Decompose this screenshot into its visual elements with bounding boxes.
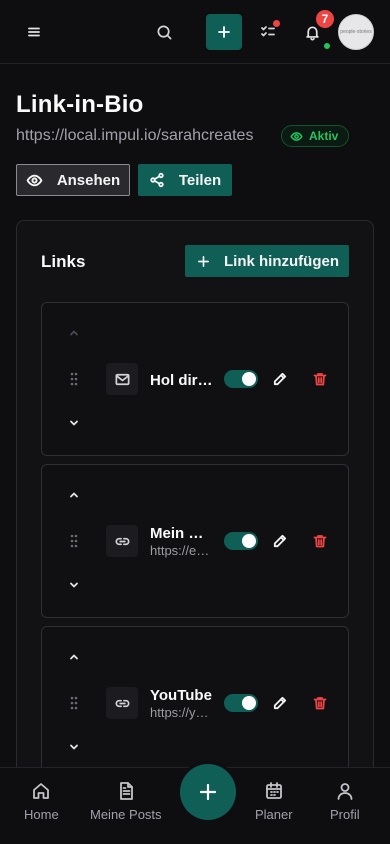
link-url: https://example.com [150, 543, 212, 558]
links-heading: Links [41, 252, 86, 271]
drag-handle-icon[interactable] [68, 371, 80, 387]
create-button[interactable] [206, 14, 242, 50]
link-item: YouTube https://youtube.com [41, 626, 349, 780]
search-icon[interactable] [152, 20, 176, 44]
view-button[interactable]: Ansehen [16, 164, 130, 196]
new-post-fab[interactable] [180, 764, 236, 820]
links-card: Links Link hinzufügen Hol dir mein Freeb… [16, 220, 374, 844]
move-down-icon[interactable] [66, 577, 82, 593]
menu-icon[interactable] [22, 20, 46, 44]
top-bar: 7 people·stories [0, 0, 390, 64]
move-up-icon[interactable] [66, 325, 82, 341]
share-icon [150, 172, 164, 188]
eye-icon [290, 131, 303, 141]
nav-profile[interactable]: Profil [330, 780, 360, 822]
link-item: Hol dir mein Freebie [41, 302, 349, 456]
eye-icon [26, 174, 43, 186]
toggle-knob [242, 696, 256, 710]
link-enabled-toggle[interactable] [224, 532, 258, 550]
delete-icon[interactable] [312, 371, 328, 387]
edit-icon[interactable] [272, 371, 288, 387]
user-icon [334, 780, 356, 802]
drag-handle-icon[interactable] [68, 695, 80, 711]
delete-icon[interactable] [312, 695, 328, 711]
view-button-label: Ansehen [56, 171, 121, 189]
nav-my-posts[interactable]: Meine Posts [90, 780, 162, 822]
page-url: https://local.impul.io/sarahcreates [16, 127, 254, 144]
tasks-button[interactable] [256, 20, 280, 44]
link-title: Hol dir mein Freebie [150, 372, 214, 389]
plus-icon [198, 255, 209, 267]
status-badge: Aktiv [281, 125, 350, 147]
edit-icon[interactable] [272, 533, 288, 549]
move-up-icon[interactable] [66, 487, 82, 503]
calendar-icon [263, 780, 285, 802]
link-icon [106, 687, 138, 719]
move-down-icon[interactable] [66, 415, 82, 431]
link-enabled-toggle[interactable] [224, 370, 258, 388]
drag-handle-icon[interactable] [68, 533, 80, 549]
document-icon [115, 780, 137, 802]
page-title: Link-in-Bio [16, 91, 144, 118]
online-status-dot [324, 43, 330, 49]
link-enabled-toggle[interactable] [224, 694, 258, 712]
share-button[interactable]: Teilen [138, 164, 232, 196]
status-label: Aktiv [309, 129, 339, 143]
share-button-label: Teilen [178, 171, 222, 189]
toggle-knob [242, 372, 256, 386]
nav-planner-label: Planer [255, 807, 293, 822]
link-item: Mein Coaching https://example.com [41, 464, 349, 618]
link-url: https://youtube.com [150, 705, 212, 720]
add-link-button[interactable]: Link hinzufügen [185, 245, 349, 277]
nav-planner[interactable]: Planer [255, 780, 293, 822]
move-down-icon[interactable] [66, 739, 82, 755]
notification-count-badge: 7 [316, 10, 334, 28]
link-title: YouTube [150, 687, 212, 704]
nav-profile-label: Profil [330, 807, 360, 822]
nav-my-posts-label: Meine Posts [90, 807, 162, 822]
avatar[interactable]: people·stories [338, 14, 374, 50]
bell-icon [305, 25, 319, 40]
mail-icon [106, 363, 138, 395]
tasks-indicator-dot [273, 20, 280, 27]
avatar-label: people·stories [340, 29, 372, 35]
plus-icon [199, 783, 217, 801]
edit-icon[interactable] [272, 695, 288, 711]
toggle-knob [242, 534, 256, 548]
nav-home[interactable]: Home [24, 780, 59, 822]
link-icon [106, 525, 138, 557]
delete-icon[interactable] [312, 533, 328, 549]
nav-home-label: Home [24, 807, 59, 822]
move-up-icon[interactable] [66, 649, 82, 665]
link-title: Mein Coaching [150, 525, 214, 542]
home-icon [30, 780, 52, 802]
add-link-label: Link hinzufügen [224, 252, 339, 270]
